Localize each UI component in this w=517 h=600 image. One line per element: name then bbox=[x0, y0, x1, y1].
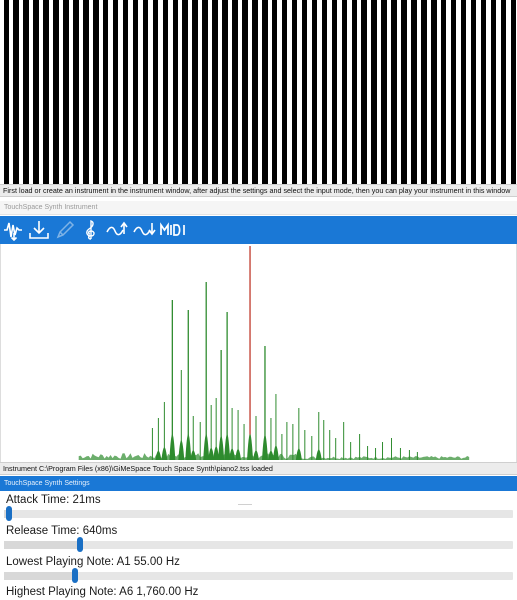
spectrum-peak-base bbox=[185, 434, 192, 460]
piano-key[interactable] bbox=[321, 0, 328, 184]
spectrum-peak-base bbox=[315, 449, 322, 460]
sweep-down-icon[interactable] bbox=[133, 219, 157, 241]
piano-key[interactable] bbox=[162, 0, 169, 184]
piano-key[interactable] bbox=[192, 0, 198, 184]
spectrum-peak-base bbox=[155, 450, 162, 460]
piano-key[interactable] bbox=[172, 0, 178, 184]
piano-key[interactable] bbox=[460, 0, 467, 184]
piano-key[interactable] bbox=[152, 0, 159, 184]
slider-thumb[interactable] bbox=[77, 537, 84, 552]
piano-key[interactable] bbox=[232, 0, 238, 184]
piano-key[interactable] bbox=[440, 0, 447, 184]
piano-key[interactable] bbox=[381, 0, 387, 184]
spectrum-peak-base bbox=[235, 449, 242, 460]
piano-key[interactable] bbox=[83, 0, 89, 184]
piano-key[interactable] bbox=[401, 0, 407, 184]
release-time-slider[interactable] bbox=[4, 537, 513, 552]
instrument-toolbar bbox=[0, 216, 517, 244]
piano-key[interactable] bbox=[132, 0, 139, 184]
slider-tick bbox=[238, 504, 252, 505]
highest-note-label: Highest Playing Note: A6 1,760.00 Hz bbox=[6, 586, 199, 598]
piano-key[interactable] bbox=[431, 0, 437, 184]
piano-key[interactable] bbox=[351, 0, 357, 184]
piano-key[interactable] bbox=[23, 0, 29, 184]
piano-key[interactable] bbox=[122, 0, 129, 184]
piano-key[interactable] bbox=[371, 0, 377, 184]
piano-key[interactable] bbox=[102, 0, 109, 184]
piano-key[interactable] bbox=[182, 0, 188, 184]
piano-key[interactable] bbox=[281, 0, 288, 184]
spectrum-peak-base bbox=[267, 450, 274, 460]
spectrum-peak-base bbox=[208, 447, 215, 460]
piano-key[interactable] bbox=[450, 0, 457, 184]
piano-key[interactable] bbox=[112, 0, 119, 184]
spectrum-peak-base bbox=[213, 446, 220, 460]
piano-key[interactable] bbox=[301, 0, 308, 184]
piano-key[interactable] bbox=[242, 0, 248, 184]
piano-key[interactable] bbox=[510, 0, 516, 184]
slider-fill bbox=[4, 572, 76, 580]
release-time-label: Release Time: 640ms bbox=[6, 525, 118, 537]
spectrum-peak-base bbox=[169, 434, 176, 460]
slider-thumb[interactable] bbox=[6, 506, 13, 521]
piano-key[interactable] bbox=[252, 0, 258, 184]
piano-key[interactable] bbox=[13, 0, 19, 184]
piano-key[interactable] bbox=[43, 0, 49, 184]
pencil-edit-icon[interactable] bbox=[54, 219, 76, 241]
spectrum-peak-base bbox=[295, 448, 302, 460]
spectrum-peak-base bbox=[224, 434, 231, 460]
spectrum-peak-base bbox=[272, 445, 279, 460]
piano-key[interactable] bbox=[93, 0, 99, 184]
midi-button[interactable] bbox=[160, 219, 188, 241]
piano-key[interactable] bbox=[291, 0, 298, 184]
piano-key[interactable] bbox=[341, 0, 347, 184]
piano-keyboard[interactable] bbox=[0, 0, 517, 184]
piano-key[interactable] bbox=[262, 0, 268, 184]
instrument-panel-title: TouchSpace Synth Instrument bbox=[0, 201, 517, 215]
piano-key[interactable] bbox=[311, 0, 318, 184]
sweep-up-icon[interactable] bbox=[106, 219, 130, 241]
spectrum-peak-base bbox=[253, 450, 259, 460]
spectrum-peak-base bbox=[247, 434, 254, 460]
piano-key[interactable] bbox=[490, 0, 497, 184]
attack-time-slider[interactable] bbox=[4, 504, 513, 521]
piano-key[interactable] bbox=[470, 0, 477, 184]
piano-key[interactable] bbox=[421, 0, 427, 184]
slider-fill bbox=[4, 541, 81, 549]
spectrum-peak-base bbox=[178, 440, 185, 460]
spectrum-peak-base bbox=[218, 435, 225, 460]
piano-key[interactable] bbox=[361, 0, 367, 184]
lowest-note-label: Lowest Playing Note: A1 55.00 Hz bbox=[6, 556, 180, 568]
instrument-status-text: Instrument C:\Program Files (x86)\GiMeSp… bbox=[0, 462, 517, 475]
lowest-note-slider[interactable] bbox=[4, 568, 513, 583]
piano-key[interactable] bbox=[33, 0, 39, 184]
piano-key[interactable] bbox=[331, 0, 338, 184]
load-download-icon[interactable] bbox=[28, 219, 50, 241]
piano-key[interactable] bbox=[63, 0, 69, 184]
piano-key[interactable] bbox=[411, 0, 417, 184]
frequency-spectrum-display bbox=[0, 244, 517, 462]
spectrum-peak-base bbox=[229, 448, 236, 460]
piano-key[interactable] bbox=[480, 0, 487, 184]
piano-key[interactable] bbox=[142, 0, 149, 184]
spectrum-peak-base bbox=[203, 434, 210, 460]
spectrum-peak-base bbox=[161, 447, 168, 460]
piano-key[interactable] bbox=[212, 0, 218, 184]
piano-key[interactable] bbox=[202, 0, 208, 184]
treble-clef-icon[interactable] bbox=[82, 219, 100, 241]
piano-key[interactable] bbox=[391, 0, 397, 184]
piano-key[interactable] bbox=[500, 0, 507, 184]
waveform-mode-icon[interactable] bbox=[3, 219, 25, 241]
piano-key[interactable] bbox=[73, 0, 79, 184]
slider-thumb[interactable] bbox=[72, 568, 79, 583]
piano-key[interactable] bbox=[53, 0, 59, 184]
keyboard-status-text: First load or create an instrument in th… bbox=[0, 184, 517, 197]
spectrum-peak-base bbox=[261, 434, 268, 460]
spectrum-peak-base bbox=[190, 450, 197, 460]
piano-key[interactable] bbox=[222, 0, 228, 184]
settings-panel-title: TouchSpace Synth Settings bbox=[0, 476, 517, 491]
piano-key[interactable] bbox=[3, 0, 9, 184]
attack-time-label: Attack Time: 21ms bbox=[6, 494, 101, 506]
piano-key[interactable] bbox=[271, 0, 278, 184]
